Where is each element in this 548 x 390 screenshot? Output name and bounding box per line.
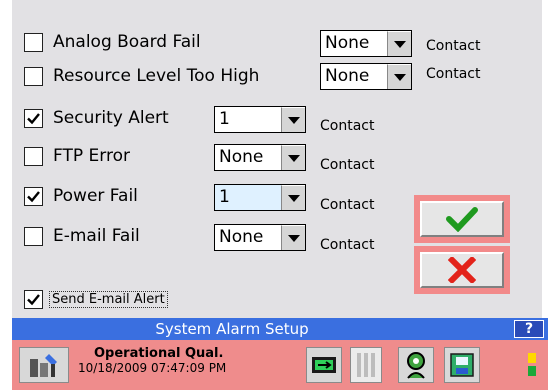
save-button[interactable]: [442, 346, 482, 384]
user-icon: [398, 347, 434, 383]
alarm-label: Security Alert: [53, 108, 169, 128]
checkbox-email-fail[interactable]: [24, 226, 43, 246]
select-power-fail[interactable]: 1: [214, 184, 306, 211]
help-button[interactable]: ?: [514, 320, 544, 338]
contact-link[interactable]: Contact: [320, 157, 374, 173]
chevron-down-icon[interactable]: [281, 145, 305, 170]
keypad-icon: [350, 347, 382, 383]
ok-button[interactable]: [414, 195, 510, 243]
save-icon: [444, 347, 480, 383]
alarm-row-power-fail: Power Fail: [24, 186, 138, 206]
close-icon: [448, 257, 476, 283]
tools-button[interactable]: [16, 346, 72, 384]
checkbox-power-fail[interactable]: [24, 186, 43, 206]
chevron-down-icon[interactable]: [387, 31, 411, 56]
alarm-row-email-fail: E-mail Fail: [24, 226, 140, 246]
status-datetime: 10/18/2009 07:47:09 PM: [78, 361, 227, 375]
select-security-alert[interactable]: 1: [214, 106, 306, 133]
user-button[interactable]: [396, 346, 436, 384]
title-bar: System Alarm Setup ?: [12, 318, 548, 340]
keypad-button[interactable]: [348, 346, 384, 384]
select-ftp-error[interactable]: None: [214, 144, 306, 171]
chevron-down-icon[interactable]: [281, 107, 305, 132]
contact-link[interactable]: Contact: [320, 197, 374, 213]
chevron-down-icon[interactable]: [281, 225, 305, 250]
contact-link[interactable]: Contact: [426, 38, 480, 54]
contact-link[interactable]: Contact: [320, 237, 374, 253]
alarm-row-security-alert: Security Alert: [24, 108, 169, 128]
page-title: System Alarm Setup: [155, 320, 309, 338]
alarm-row-ftp-error: FTP Error: [24, 146, 130, 166]
send-email-alert: Send E-mail Alert: [24, 290, 168, 309]
checkmark-icon: [446, 207, 478, 232]
alarm-label: Power Fail: [53, 186, 138, 206]
contact-link[interactable]: Contact: [426, 66, 480, 82]
alarm-label: FTP Error: [53, 146, 130, 166]
checkbox-resource-level[interactable]: [24, 66, 43, 86]
select-email-fail[interactable]: None: [214, 224, 306, 251]
chevron-down-icon[interactable]: [387, 64, 411, 89]
checkbox-security-alert[interactable]: [24, 108, 43, 128]
checkbox-send-email-alert[interactable]: [24, 290, 43, 309]
alarm-label: E-mail Fail: [53, 226, 140, 246]
status-led-icon: [528, 353, 536, 376]
status-indicator: [522, 346, 542, 384]
select-resource-level[interactable]: None: [320, 63, 412, 90]
send-email-alert-label[interactable]: Send E-mail Alert: [49, 291, 168, 308]
alarm-label: Resource Level Too High: [53, 66, 260, 86]
checkbox-ftp-error[interactable]: [24, 146, 43, 166]
status-bar: Operational Qual. 10/18/2009 07:47:09 PM: [12, 340, 548, 390]
alarm-label: Analog Board Fail: [53, 32, 201, 52]
status-info: Operational Qual. 10/18/2009 07:47:09 PM: [78, 346, 226, 376]
status-mode: Operational Qual.: [94, 346, 224, 361]
cancel-button[interactable]: [414, 246, 510, 294]
select-analog-board-fail[interactable]: None: [320, 30, 412, 57]
alarm-row-analog-board-fail: Analog Board Fail: [24, 32, 201, 52]
tools-icon: [19, 347, 69, 383]
chevron-down-icon[interactable]: [281, 185, 305, 210]
contact-link[interactable]: Contact: [320, 118, 374, 134]
network-icon: [306, 347, 342, 383]
network-button[interactable]: [304, 346, 344, 384]
alarm-row-resource-level: Resource Level Too High: [24, 66, 259, 86]
checkbox-analog-board-fail[interactable]: [24, 32, 43, 52]
